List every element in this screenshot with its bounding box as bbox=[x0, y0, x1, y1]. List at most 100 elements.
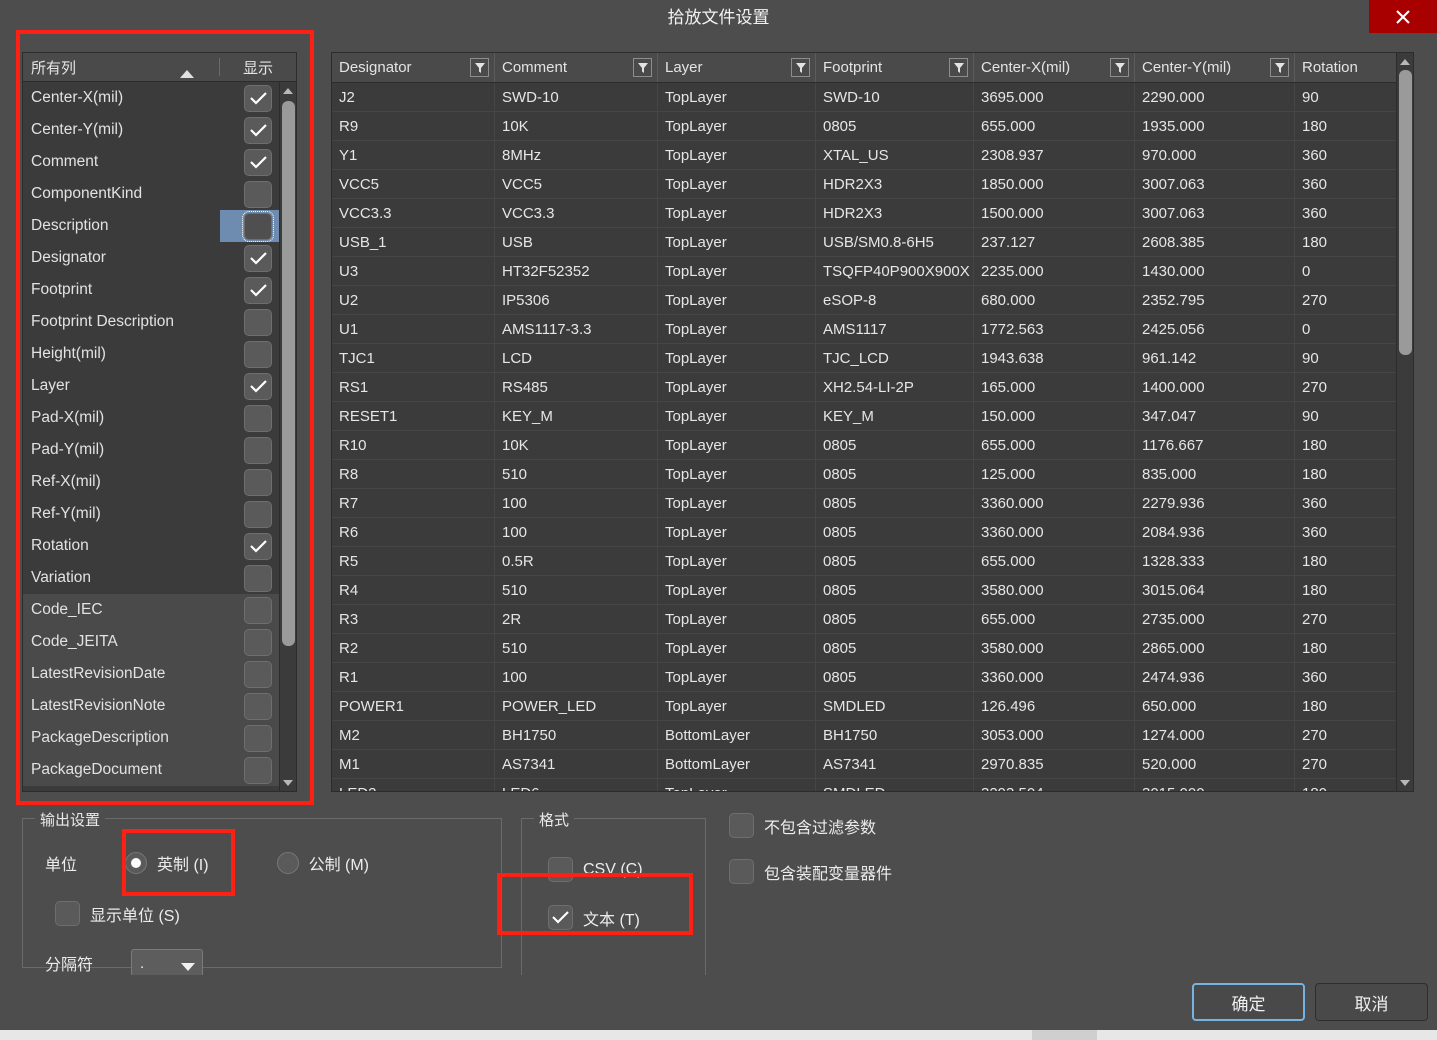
table-row[interactable]: M1 AS7341 BottomLayer AS7341 2970.835 520.000… bbox=[332, 749, 1398, 779]
metric-label[interactable]: 公制 (M) bbox=[309, 851, 369, 875]
table-column-header[interactable]: Rotation bbox=[1294, 53, 1398, 83]
table-row[interactable]: J2 SWD-10 TopLayer SWD-10 3695.000 2290.000 90 bbox=[332, 82, 1398, 112]
column-visibility-checkbox[interactable] bbox=[244, 116, 272, 144]
filter-icon[interactable] bbox=[470, 58, 489, 77]
text-checkbox[interactable] bbox=[548, 905, 573, 930]
column-visibility-checkbox[interactable] bbox=[244, 692, 272, 720]
column-list-item[interactable]: Ref-X(mil) bbox=[23, 466, 296, 498]
column-list-item[interactable]: ComponentKind bbox=[23, 178, 296, 210]
metric-radio[interactable] bbox=[276, 852, 299, 874]
csv-checkbox[interactable] bbox=[548, 857, 573, 882]
show-unit-label[interactable]: 显示单位 (S) bbox=[90, 902, 180, 926]
column-list-item[interactable]: Pad-Y(mil) bbox=[23, 434, 296, 466]
exclude-filter-params-checkbox[interactable] bbox=[729, 813, 754, 838]
table-row[interactable]: R10 10K TopLayer 0805 655.000 1176.667 180 bbox=[332, 430, 1398, 460]
table-row[interactable]: U3 HT32F52352 TopLayer TSQFP40P900X900X 2235… bbox=[332, 256, 1398, 286]
column-list-item[interactable]: Description bbox=[23, 210, 296, 242]
column-list-item[interactable]: Center-Y(mil) bbox=[23, 114, 296, 146]
all-columns-list[interactable]: Center-X(mil) Center-Y(mil) Comment Compone… bbox=[23, 82, 296, 791]
table-row[interactable]: R5 0.5R TopLayer 0805 655.000 1328.333 180 bbox=[332, 546, 1398, 576]
scroll-up-arrow-icon[interactable] bbox=[280, 82, 296, 99]
table-row[interactable]: R9 10K TopLayer 0805 655.000 1935.000 180 bbox=[332, 111, 1398, 141]
table-row[interactable]: TJC1 LCD TopLayer TJC_LCD 1943.638 961.142 90 bbox=[332, 343, 1398, 373]
table-row[interactable]: M2 BH1750 BottomLayer BH1750 3053.000 1274.00… bbox=[332, 720, 1398, 750]
column-visibility-checkbox[interactable] bbox=[244, 372, 272, 400]
filter-icon[interactable] bbox=[949, 58, 968, 77]
table-row[interactable]: USB_1 USB TopLayer USB/SM0.8-6H5 237.127 2608… bbox=[332, 227, 1398, 257]
table-row[interactable]: LED2LED6TopLayerSMDLED3293.5043015.00018… bbox=[332, 778, 1398, 791]
scroll-up-arrow-icon[interactable] bbox=[1397, 53, 1413, 70]
column-list-item[interactable]: Designator bbox=[23, 242, 296, 274]
column-visibility-checkbox[interactable] bbox=[244, 532, 272, 560]
include-assembly-variant-label[interactable]: 包含装配变量器件 bbox=[764, 860, 892, 884]
column-visibility-checkbox[interactable] bbox=[244, 628, 272, 656]
table-column-header[interactable]: Designator bbox=[332, 53, 495, 83]
table-column-header[interactable]: Comment bbox=[494, 53, 658, 83]
column-list-item[interactable]: Center-X(mil) bbox=[23, 82, 296, 114]
table-column-header[interactable]: Center-X(mil) bbox=[973, 53, 1135, 83]
table-row[interactable]: R8 510 TopLayer 0805 125.000 835.000 180 bbox=[332, 459, 1398, 489]
column-list-item[interactable]: Ref-Y(mil) bbox=[23, 498, 296, 530]
table-row[interactable]: RESET1 KEY_M TopLayer KEY_M 150.000 347.047 90 bbox=[332, 401, 1398, 431]
table-row[interactable]: U1 AMS1117-3.3 TopLayer AMS1117 1772.563 2425… bbox=[332, 314, 1398, 344]
table-row[interactable]: R3 2R TopLayer 0805 655.000 2735.000 270 bbox=[332, 604, 1398, 634]
column-list-item[interactable]: Pad-X(mil) bbox=[23, 402, 296, 434]
column-list-item[interactable]: Height(mil) bbox=[23, 338, 296, 370]
table-column-header[interactable]: Center-Y(mil) bbox=[1134, 53, 1295, 83]
close-button[interactable] bbox=[1369, 0, 1437, 33]
separator-select[interactable]: . bbox=[131, 949, 204, 977]
text-label[interactable]: 文本 (T) bbox=[583, 906, 640, 930]
column-list-item[interactable]: Rotation bbox=[23, 530, 296, 562]
column-visibility-checkbox[interactable] bbox=[244, 468, 272, 496]
imperial-radio[interactable] bbox=[125, 852, 148, 874]
table-row[interactable]: VCC5 VCC5 TopLayer HDR2X3 1850.000 3007.063 36… bbox=[332, 169, 1398, 199]
ok-button[interactable]: 确定 bbox=[1192, 983, 1305, 1021]
exclude-filter-params-label[interactable]: 不包含过滤参数 bbox=[764, 814, 876, 838]
column-list-item[interactable]: Footprint bbox=[23, 274, 296, 306]
column-list-item[interactable]: PackageDocument bbox=[23, 754, 296, 786]
column-visibility-checkbox[interactable] bbox=[244, 84, 272, 112]
column-list-item[interactable]: Variation bbox=[23, 562, 296, 594]
column-visibility-checkbox[interactable] bbox=[242, 210, 274, 242]
scroll-down-arrow-icon[interactable] bbox=[1397, 774, 1413, 791]
left-list-scroll-thumb[interactable] bbox=[282, 101, 295, 646]
column-visibility-checkbox[interactable] bbox=[244, 340, 272, 368]
column-visibility-checkbox[interactable] bbox=[244, 724, 272, 752]
column-visibility-checkbox[interactable] bbox=[244, 148, 272, 176]
include-assembly-variant-checkbox[interactable] bbox=[729, 859, 754, 884]
column-visibility-checkbox[interactable] bbox=[244, 404, 272, 432]
column-visibility-checkbox[interactable] bbox=[244, 756, 272, 784]
cancel-button[interactable]: 取消 bbox=[1315, 983, 1428, 1021]
column-list-item[interactable]: LatestRevisionNote bbox=[23, 690, 296, 722]
column-visibility-checkbox[interactable] bbox=[244, 308, 272, 336]
column-visibility-checkbox[interactable] bbox=[244, 436, 272, 464]
column-list-item[interactable]: Footprint Description bbox=[23, 306, 296, 338]
left-list-scrollbar[interactable] bbox=[279, 82, 296, 791]
sort-ascending-icon[interactable] bbox=[179, 66, 195, 83]
table-row[interactable]: R6 100 TopLayer 0805 3360.000 2084.936 360 bbox=[332, 517, 1398, 547]
components-table-scroll-area[interactable]: Designator Comment Layer Footprint Center-X(… bbox=[332, 53, 1398, 791]
table-column-header[interactable]: Footprint bbox=[815, 53, 974, 83]
table-scroll-thumb[interactable] bbox=[1399, 70, 1412, 355]
table-row[interactable]: POWER1 POWER_LED TopLayer SMDLED 126.496 650.… bbox=[332, 691, 1398, 721]
column-list-item[interactable]: PackageDescription bbox=[23, 722, 296, 754]
filter-icon[interactable] bbox=[1110, 58, 1129, 77]
column-visibility-checkbox[interactable] bbox=[244, 564, 272, 592]
column-visibility-checkbox[interactable] bbox=[244, 180, 272, 208]
column-visibility-checkbox[interactable] bbox=[244, 596, 272, 624]
filter-icon[interactable] bbox=[633, 58, 652, 77]
column-list-item[interactable]: Code_JEITA bbox=[23, 626, 296, 658]
scroll-down-arrow-icon[interactable] bbox=[280, 774, 296, 791]
column-list-item[interactable]: Layer bbox=[23, 370, 296, 402]
table-row[interactable]: R2 510 TopLayer 0805 3580.000 2865.000 180 bbox=[332, 633, 1398, 663]
column-list-item[interactable]: Code_IEC bbox=[23, 594, 296, 626]
table-row[interactable]: RS1 RS485 TopLayer XH2.54-LI-2P 165.000 1400.… bbox=[332, 372, 1398, 402]
column-visibility-checkbox[interactable] bbox=[244, 500, 272, 528]
csv-label[interactable]: CSV (C) bbox=[583, 861, 643, 879]
option-row[interactable]: 不包含过滤参数 bbox=[729, 813, 892, 838]
table-row[interactable]: U2 IP5306 TopLayer eSOP-8 680.000 2352.795 270 bbox=[332, 285, 1398, 315]
option-row[interactable]: 包含装配变量器件 bbox=[729, 859, 892, 884]
column-list-item[interactable]: LatestRevisionDate bbox=[23, 658, 296, 690]
column-visibility-checkbox[interactable] bbox=[244, 660, 272, 688]
column-visibility-checkbox[interactable] bbox=[244, 276, 272, 304]
